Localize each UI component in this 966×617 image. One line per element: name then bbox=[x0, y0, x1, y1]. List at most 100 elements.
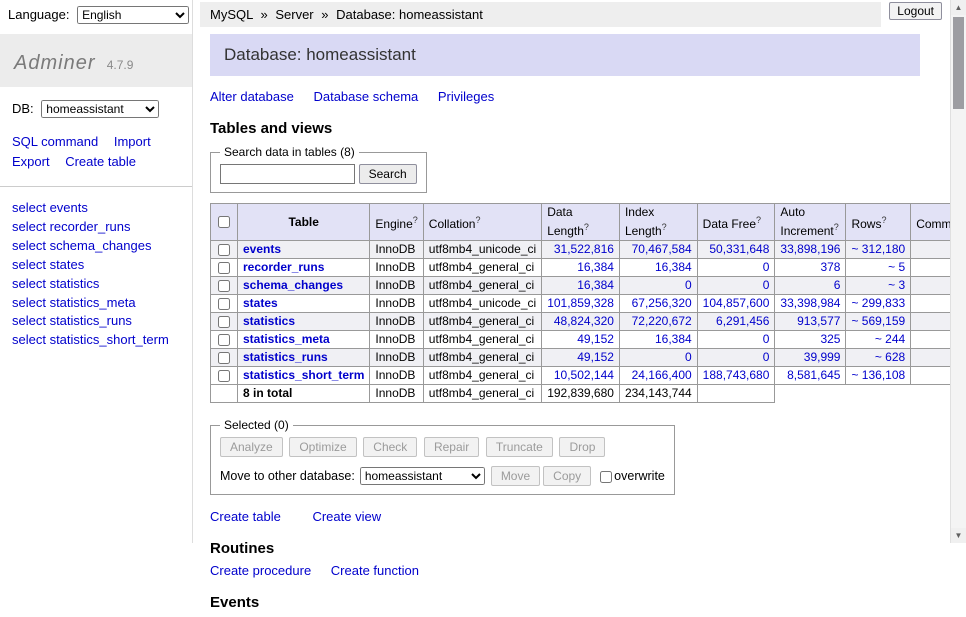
auto-increment-link[interactable]: 33,898,196 bbox=[780, 242, 840, 256]
auto-increment-link[interactable]: 378 bbox=[820, 260, 840, 274]
data-free-link[interactable]: 0 bbox=[763, 332, 770, 346]
data-length-link[interactable]: 48,824,320 bbox=[554, 314, 614, 328]
help-link-icon[interactable]: ? bbox=[834, 222, 839, 232]
privileges-link[interactable]: Privileges bbox=[438, 89, 494, 104]
logout-button[interactable]: Logout bbox=[889, 2, 942, 20]
sidebar-item-select-states[interactable]: select states bbox=[12, 256, 180, 275]
auto-increment-link[interactable]: 39,999 bbox=[804, 350, 841, 364]
help-link-icon[interactable]: ? bbox=[475, 215, 480, 225]
table-name-link[interactable]: statistics_runs bbox=[243, 350, 328, 364]
row-checkbox[interactable] bbox=[218, 316, 230, 328]
sidebar-item-select-statistics-meta[interactable]: select statistics_meta bbox=[12, 294, 180, 313]
auto-increment-link[interactable]: 6 bbox=[834, 278, 841, 292]
check-button[interactable]: Check bbox=[363, 437, 417, 457]
create-view-link[interactable]: Create view bbox=[312, 509, 381, 524]
table-name-link[interactable]: statistics bbox=[243, 314, 295, 328]
sidebar-item-select-statistics-runs[interactable]: select statistics_runs bbox=[12, 312, 180, 331]
sql-command-link[interactable]: SQL command bbox=[12, 134, 98, 149]
data-free-link[interactable]: 6,291,456 bbox=[716, 314, 769, 328]
data-length-link[interactable]: 16,384 bbox=[577, 260, 614, 274]
move-button[interactable]: Move bbox=[491, 466, 540, 486]
index-length-link[interactable]: 16,384 bbox=[655, 332, 692, 346]
row-checkbox[interactable] bbox=[218, 262, 230, 274]
overwrite-checkbox[interactable] bbox=[600, 471, 612, 483]
data-free-link[interactable]: 188,743,680 bbox=[703, 368, 770, 382]
table-name-link[interactable]: schema_changes bbox=[243, 278, 343, 292]
data-free-link[interactable]: 0 bbox=[763, 278, 770, 292]
data-length-link[interactable]: 10,502,144 bbox=[554, 368, 614, 382]
sidebar-item-select-events[interactable]: select events bbox=[12, 199, 180, 218]
scroll-down-arrow-icon[interactable]: ▼ bbox=[951, 528, 966, 543]
export-link[interactable]: Export bbox=[12, 154, 50, 169]
row-checkbox[interactable] bbox=[218, 280, 230, 292]
rows-count-link[interactable]: ~ 5 bbox=[888, 260, 905, 274]
data-free-link[interactable]: 50,331,648 bbox=[709, 242, 769, 256]
index-length-link[interactable]: 72,220,672 bbox=[632, 314, 692, 328]
truncate-button[interactable]: Truncate bbox=[486, 437, 553, 457]
index-length-link[interactable]: 0 bbox=[685, 350, 692, 364]
copy-button[interactable]: Copy bbox=[543, 466, 591, 486]
import-link[interactable]: Import bbox=[114, 134, 151, 149]
analyze-button[interactable]: Analyze bbox=[220, 437, 283, 457]
table-name-link[interactable]: events bbox=[243, 242, 281, 256]
sidebar-item-select-recorder-runs[interactable]: select recorder_runs bbox=[12, 218, 180, 237]
table-name-link[interactable]: states bbox=[243, 296, 278, 310]
help-link-icon[interactable]: ? bbox=[662, 222, 667, 232]
drop-button[interactable]: Drop bbox=[559, 437, 605, 457]
row-checkbox[interactable] bbox=[218, 352, 230, 364]
index-length-link[interactable]: 67,256,320 bbox=[632, 296, 692, 310]
row-checkbox[interactable] bbox=[218, 334, 230, 346]
index-length-link[interactable]: 0 bbox=[685, 278, 692, 292]
help-link-icon[interactable]: ? bbox=[413, 215, 418, 225]
index-length-link[interactable]: 16,384 bbox=[655, 260, 692, 274]
create-table-link[interactable]: Create table bbox=[210, 509, 281, 524]
auto-increment-link[interactable]: 913,577 bbox=[797, 314, 840, 328]
index-length-link[interactable]: 70,467,584 bbox=[632, 242, 692, 256]
data-free-link[interactable]: 0 bbox=[763, 260, 770, 274]
rows-count-link[interactable]: ~ 3 bbox=[888, 278, 905, 292]
auto-increment-link[interactable]: 325 bbox=[820, 332, 840, 346]
db-select[interactable]: homeassistant bbox=[41, 100, 159, 118]
data-free-link[interactable]: 104,857,600 bbox=[703, 296, 770, 310]
search-input[interactable] bbox=[220, 164, 355, 184]
rows-count-link[interactable]: ~ 628 bbox=[875, 350, 905, 364]
repair-button[interactable]: Repair bbox=[424, 437, 479, 457]
auto-increment-link[interactable]: 33,398,984 bbox=[780, 296, 840, 310]
auto-increment-link[interactable]: 8,581,645 bbox=[787, 368, 840, 382]
row-checkbox[interactable] bbox=[218, 370, 230, 382]
help-link-icon[interactable]: ? bbox=[584, 222, 589, 232]
rows-count-link[interactable]: ~ 244 bbox=[875, 332, 905, 346]
rows-count-link[interactable]: ~ 299,833 bbox=[851, 296, 905, 310]
help-link-icon[interactable]: ? bbox=[756, 215, 761, 225]
create-table-link-sidebar[interactable]: Create table bbox=[65, 154, 136, 169]
breadcrumb-mysql-link[interactable]: MySQL bbox=[210, 7, 253, 22]
search-button[interactable]: Search bbox=[359, 164, 417, 184]
sidebar-item-select-statistics[interactable]: select statistics bbox=[12, 275, 180, 294]
table-name-link[interactable]: recorder_runs bbox=[243, 260, 324, 274]
table-name-link[interactable]: statistics_short_term bbox=[243, 368, 364, 382]
language-select[interactable]: English bbox=[77, 6, 189, 24]
rows-count-link[interactable]: ~ 136,108 bbox=[851, 368, 905, 382]
sidebar-item-select-statistics-short-term[interactable]: select statistics_short_term bbox=[12, 331, 180, 350]
vertical-scrollbar[interactable]: ▲ ▼ bbox=[950, 0, 966, 543]
data-length-link[interactable]: 49,152 bbox=[577, 350, 614, 364]
data-length-link[interactable]: 16,384 bbox=[577, 278, 614, 292]
data-length-link[interactable]: 49,152 bbox=[577, 332, 614, 346]
index-length-link[interactable]: 24,166,400 bbox=[632, 368, 692, 382]
rows-count-link[interactable]: ~ 569,159 bbox=[851, 314, 905, 328]
data-length-link[interactable]: 101,859,328 bbox=[547, 296, 614, 310]
breadcrumb-server-link[interactable]: Server bbox=[275, 7, 313, 22]
create-function-link[interactable]: Create function bbox=[331, 563, 419, 578]
database-schema-link[interactable]: Database schema bbox=[313, 89, 418, 104]
move-db-select[interactable]: homeassistant bbox=[360, 467, 485, 485]
scroll-up-arrow-icon[interactable]: ▲ bbox=[951, 0, 966, 15]
row-checkbox[interactable] bbox=[218, 244, 230, 256]
row-checkbox[interactable] bbox=[218, 298, 230, 310]
alter-database-link[interactable]: Alter database bbox=[210, 89, 294, 104]
table-name-link[interactable]: statistics_meta bbox=[243, 332, 330, 346]
rows-count-link[interactable]: ~ 312,180 bbox=[851, 242, 905, 256]
data-free-link[interactable]: 0 bbox=[763, 350, 770, 364]
scrollbar-thumb[interactable] bbox=[953, 17, 964, 109]
create-procedure-link[interactable]: Create procedure bbox=[210, 563, 311, 578]
sidebar-item-select-schema-changes[interactable]: select schema_changes bbox=[12, 237, 180, 256]
